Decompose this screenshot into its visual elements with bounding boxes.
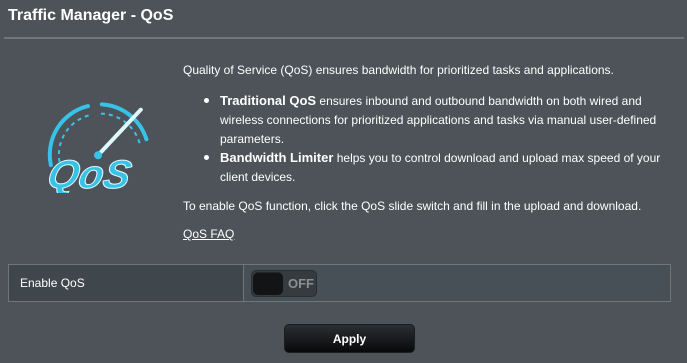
enable-instructions: To enable QoS function, click the QoS sl… bbox=[183, 199, 642, 213]
page-title: Traffic Manager - QoS bbox=[8, 7, 174, 24]
enable-qos-toggle[interactable]: OFF bbox=[251, 270, 317, 297]
feature-traditional-qos: Traditional QoS ensures inbound and outb… bbox=[203, 91, 673, 148]
bullet-dot bbox=[204, 98, 209, 103]
toggle-state-label: OFF bbox=[288, 276, 314, 291]
feature-title: Traditional QoS bbox=[220, 93, 317, 108]
bullet-dot bbox=[204, 155, 209, 160]
svg-text:QoS: QoS bbox=[44, 151, 136, 193]
feature-bandwidth-limiter: Bandwidth Limiter helps you to control d… bbox=[203, 148, 673, 186]
enable-qos-row: Enable QoS OFF bbox=[8, 264, 671, 302]
feature-list: Traditional QoS ensures inbound and outb… bbox=[203, 91, 673, 186]
qos-speedometer-icon: QoS bbox=[43, 102, 149, 193]
qos-faq-link[interactable]: QoS FAQ bbox=[183, 227, 234, 241]
toggle-knob bbox=[253, 272, 283, 295]
feature-title: Bandwidth Limiter bbox=[220, 150, 334, 165]
qos-intro: Quality of Service (QoS) ensures bandwid… bbox=[183, 63, 614, 77]
apply-button[interactable]: Apply bbox=[284, 324, 415, 353]
qos-page: Traffic Manager - QoS QoS Quality of Ser… bbox=[0, 0, 687, 363]
enable-qos-label: Enable QoS bbox=[20, 276, 85, 290]
title-divider bbox=[4, 37, 684, 39]
title-bar: Traffic Manager - QoS bbox=[0, 0, 687, 36]
enable-qos-label-cell: Enable QoS bbox=[9, 265, 244, 301]
